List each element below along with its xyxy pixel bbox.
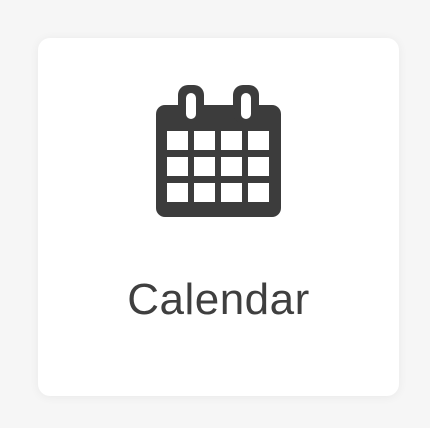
calendar-app-tile[interactable]: Calendar [38,38,399,396]
calendar-icon [156,85,281,217]
calendar-label: Calendar [127,275,310,324]
app-launcher: Calendar [0,0,430,428]
